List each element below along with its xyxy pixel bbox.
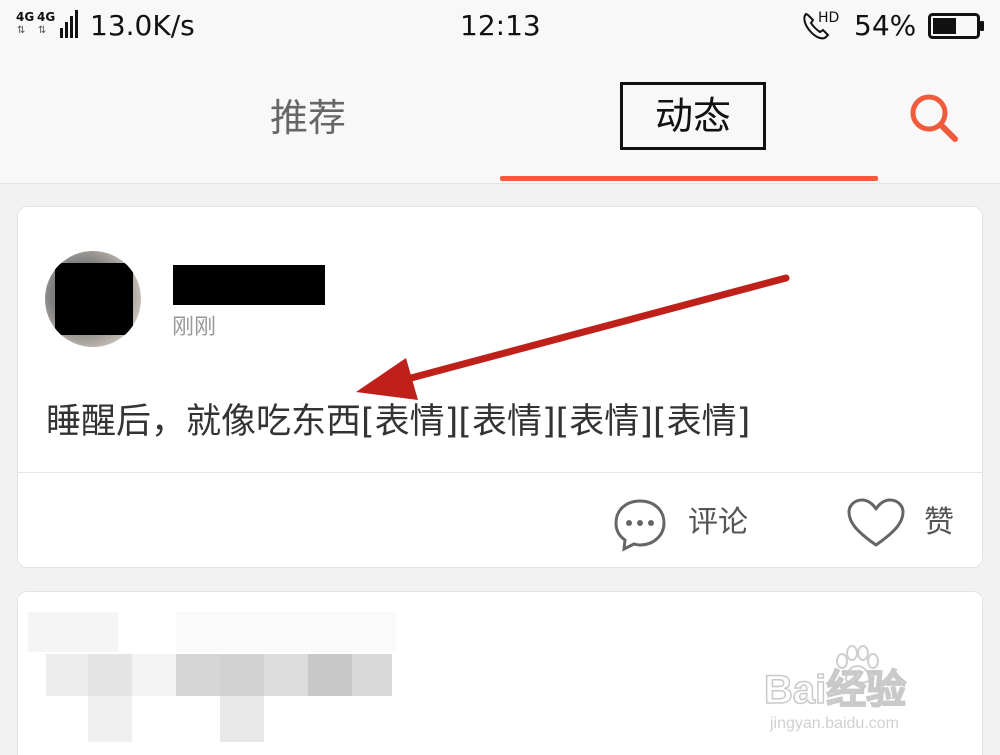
blurred-block	[352, 654, 392, 696]
post-timestamp: 刚刚	[172, 315, 217, 340]
hd-label: HD	[818, 10, 839, 26]
card-divider	[18, 472, 982, 473]
data-transfer-arrows-icon-secondary: ⇅	[38, 25, 46, 36]
chat-bubble-icon	[614, 499, 666, 552]
network-indicator: 4G 4G ⇅ ⇅	[16, 10, 78, 40]
tab-recommend[interactable]: 推荐	[270, 96, 346, 140]
blurred-block	[28, 612, 118, 652]
blurred-block	[132, 654, 176, 696]
battery-fill	[933, 18, 956, 34]
blurred-block	[176, 612, 396, 652]
blurred-block	[46, 654, 88, 696]
blurred-block	[88, 654, 132, 696]
avatar-redaction	[55, 263, 133, 335]
blurred-block	[264, 654, 308, 696]
tab-header: 推荐 动态	[0, 52, 1000, 184]
status-bar: 4G 4G ⇅ ⇅ 13.0K/s 12:13 HD 54%	[0, 0, 1000, 52]
username-redaction	[173, 265, 325, 305]
avatar[interactable]	[45, 251, 141, 347]
signal-bars-icon	[60, 10, 78, 38]
search-icon	[910, 94, 958, 142]
active-tab-indicator	[500, 176, 878, 181]
app-screen: 4G 4G ⇅ ⇅ 13.0K/s 12:13 HD 54% 推荐 动态 刚刚 …	[0, 0, 1000, 755]
post-card[interactable]: 刚刚 睡醒后，就像吃东西[表情][表情][表情][表情] 评论 赞	[17, 206, 983, 568]
network-type-label-secondary: 4G	[37, 10, 56, 24]
post-content[interactable]: 睡醒后，就像吃东西[表情][表情][表情][表情]	[46, 401, 750, 443]
heart-icon	[847, 498, 905, 547]
tab-moments[interactable]: 动态	[620, 82, 766, 150]
network-type-label: 4G	[16, 10, 35, 24]
battery-percent: 54%	[854, 9, 917, 42]
data-transfer-arrows-icon: ⇅	[17, 25, 25, 36]
blurred-block	[88, 696, 132, 742]
like-label: 赞	[924, 505, 954, 540]
post-card-blurred[interactable]	[17, 591, 983, 755]
blurred-block	[308, 654, 352, 696]
clock: 12:13	[460, 9, 541, 42]
comment-label: 评论	[688, 505, 748, 540]
blurred-block	[220, 696, 264, 742]
battery-icon	[928, 13, 984, 39]
network-speed: 13.0K/s	[90, 9, 195, 42]
blurred-block	[176, 654, 220, 696]
phone-hd-icon: HD	[800, 8, 844, 46]
search-button[interactable]	[906, 90, 962, 146]
blurred-block	[220, 654, 264, 696]
